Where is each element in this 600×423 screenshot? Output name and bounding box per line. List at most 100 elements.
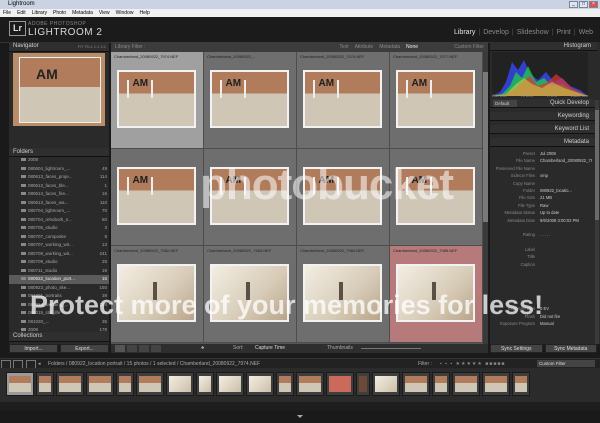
module-print[interactable]: Print [553,29,573,36]
navigator-zoom[interactable]: FIT FILL 1:1 3:1 [78,42,106,51]
metadata-value[interactable]: 0 EV [540,305,592,312]
filmstrip-thumb[interactable] [136,372,164,396]
navigator-header[interactable]: Navigator FIT FILL 1:1 3:1 [9,42,109,52]
compare-view-icon[interactable] [139,345,149,352]
grid-cell[interactable]: Chamberland_20080922_... AM [204,52,297,149]
grid-cell[interactable]: Chamberland_20080922_7974.NEF AM [111,52,204,149]
menu-item[interactable]: Library [32,9,47,17]
quick-develop-preset[interactable]: Default [493,100,518,107]
filmstrip-thumb[interactable] [36,372,54,396]
filmstrip-thumb[interactable] [116,372,134,396]
menu-item[interactable]: View [99,9,110,17]
keywording-header[interactable]: Keywording [490,112,595,121]
grid-view-icon[interactable] [115,345,125,352]
filmstrip-thumb[interactable] [482,372,510,396]
photo-thumbnail[interactable]: AM [210,70,289,128]
photo-thumbnail[interactable]: AM [396,70,475,128]
folder-item[interactable]: 080707_working_wit... 13 [9,241,109,250]
filmstrip-thumb[interactable] [356,372,370,396]
folder-item[interactable]: 080604_lightroom_... 49 [9,165,109,174]
navigator-preview[interactable]: AM [13,53,105,126]
folder-item[interactable]: 080613_faces_ble... 1 [9,182,109,191]
filmstrip-thumb[interactable] [166,372,194,396]
filmstrip-thumb[interactable] [512,372,530,396]
menu-item[interactable]: Help [139,9,149,17]
metadata-value[interactable]: Manual [540,320,592,327]
sort-dropdown[interactable]: Capture Time [255,344,285,353]
module-web[interactable]: Web [576,29,596,36]
quick-develop-header[interactable]: Default Quick Develop [490,99,595,108]
filmstrip-thumb[interactable] [216,372,244,396]
spray-can-icon[interactable]: ♣ [201,344,204,353]
photo-thumbnail[interactable]: AM [117,167,196,225]
filter-option[interactable]: Attribute [355,42,374,52]
bottom-panel-toggle[interactable] [0,402,600,418]
metadata-value[interactable]: 21 MB [540,194,592,201]
folder-item[interactable]: 080922_location_port... 15 [9,275,109,284]
folder-item[interactable]: 080705_studio 3 [9,224,109,233]
metadata-value[interactable]: Up to date [540,209,592,216]
folder-item[interactable]: 080704_rehoboth_s... 60 [9,216,109,225]
grid-cell[interactable]: Chamberland_20080922_7977.NEF AM [390,52,483,149]
filter-preset[interactable]: Custom Filter [454,42,484,52]
survey-view-icon[interactable] [151,345,161,352]
metadata-value[interactable]: Raw [540,202,592,209]
collections-header[interactable]: Collections [9,332,109,342]
metadata-value[interactable]: Jul 2008 [540,150,592,157]
folder-item[interactable]: 080613_faces_fire... 16 [9,190,109,199]
collapse-icon[interactable] [297,405,303,423]
minimize-icon[interactable]: _ [569,1,578,8]
right-scroll-thumb[interactable] [595,110,599,220]
module-develop[interactable]: Develop [480,29,512,36]
filmstrip-thumb[interactable] [296,372,324,396]
folder-item[interactable]: 080708_working_wit... 241 [9,250,109,259]
histogram-header[interactable]: Histogram [490,42,597,51]
folder-item[interactable]: 080711_studio 19 [9,267,109,276]
filter-option[interactable]: None [406,42,418,52]
menu-item[interactable]: Metadata [72,9,93,17]
filter-option[interactable]: Metadata [379,42,400,52]
grid-scroll-thumb[interactable] [483,72,488,222]
filmstrip-thumb[interactable] [196,372,214,396]
grid-cell[interactable]: Chamberland_20080922_7976.NEF AM [297,52,390,149]
metadata-value[interactable]: Chamberland_20080922_7974.NEF [540,157,592,164]
sync-metadata-button[interactable]: Sync Metadata [544,344,597,353]
photo-thumbnail[interactable]: AM [303,70,382,128]
maximize-icon[interactable]: □ [579,1,588,8]
thumbnail-size-slider[interactable] [361,348,421,349]
metadata-value[interactable]: xmp [540,172,592,179]
folder-item[interactable]: 080704_lightroom_... 70 [9,207,109,216]
filmstrip-thumb[interactable] [56,372,84,396]
filmstrip-thumb[interactable] [6,372,34,396]
metadata-header[interactable]: Metadata [490,138,595,147]
metadata-value[interactable]: . . . . . [540,231,592,238]
export-button[interactable]: Export... [60,344,109,353]
folder-item[interactable]: 080707_composite 8 [9,233,109,242]
loupe-view-icon[interactable] [127,345,137,352]
metadata-value[interactable]: Did not fire [540,313,592,320]
module-slideshow[interactable]: Slideshow [514,29,552,36]
right-panel-scrollbar[interactable] [595,100,599,344]
close-icon[interactable]: × [589,1,598,8]
folder-item[interactable]: 2008 [9,156,109,165]
grid-cell[interactable]: AM [111,149,204,246]
folder-item[interactable]: 080709_studio 25 [9,258,109,267]
filmstrip-thumb[interactable] [452,372,480,396]
module-library[interactable]: Library [451,29,478,36]
metadata-value[interactable]: 080922_locatio... [540,187,592,194]
folder-item[interactable]: 080613_faces_proje... 114 [9,173,109,182]
folder-item[interactable]: 080613_faces_wa... 110 [9,199,109,208]
keyword-list-header[interactable]: Keyword List [490,125,595,134]
photo-thumbnail[interactable]: AM [117,70,196,128]
menu-item[interactable]: Window [116,9,134,17]
import-button[interactable]: Import... [9,344,58,353]
menu-item[interactable]: Photo [53,9,66,17]
filmstrip-thumb[interactable] [402,372,430,396]
filmstrip-thumb[interactable] [276,372,294,396]
filmstrip-thumb[interactable] [432,372,450,396]
filter-option[interactable]: Text [339,42,348,52]
filmstrip-thumb[interactable] [372,372,400,396]
menu-item[interactable]: Edit [17,9,26,17]
filmstrip-thumb[interactable] [246,372,274,396]
filmstrip-thumb[interactable] [326,372,354,396]
